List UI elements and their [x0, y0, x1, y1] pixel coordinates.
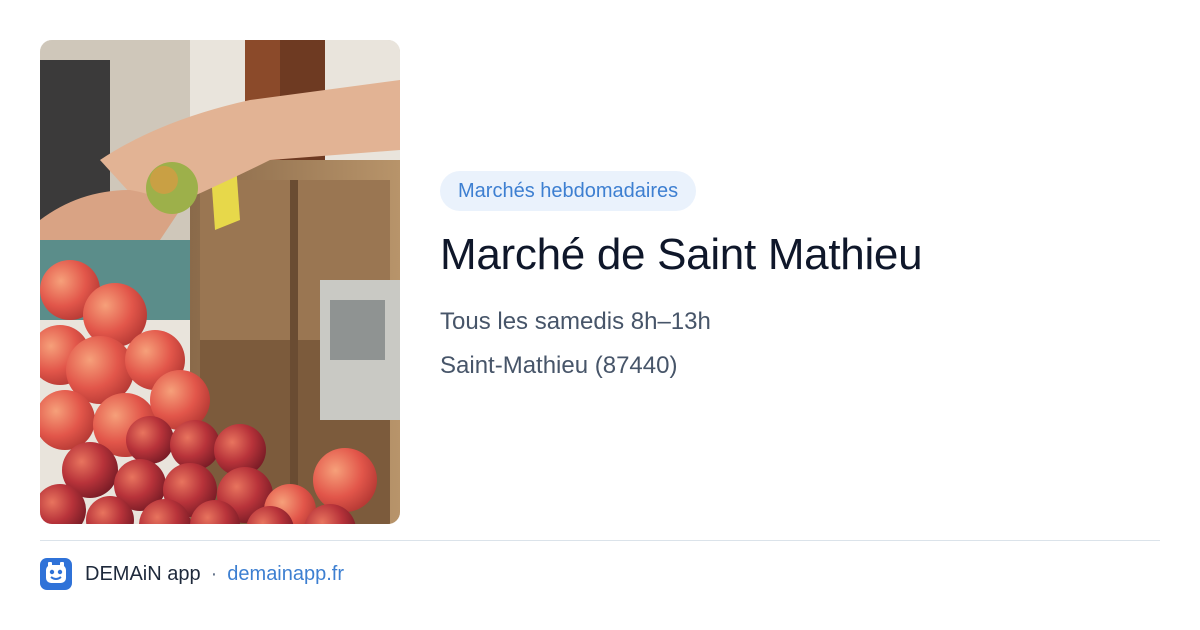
footer-separator: ·	[210, 562, 218, 585]
market-title: Marché de Saint Mathieu	[440, 230, 923, 279]
market-stall-illustration	[40, 40, 400, 524]
footer: DEMAiN app · demainapp.fr	[40, 557, 344, 591]
market-photo	[40, 40, 400, 524]
market-schedule: Tous les samedis 8h–13h	[440, 308, 711, 335]
brand-name: DEMAiN app	[85, 562, 201, 585]
footer-divider	[40, 540, 1160, 541]
website-link[interactable]: demainapp.fr	[227, 563, 344, 586]
category-badge: Marchés hebdomadaires	[440, 171, 697, 211]
market-info: Marchés hebdomadaires Marché de Saint Ma…	[440, 171, 1140, 381]
market-location: Saint-Mathieu (87440)	[440, 352, 678, 379]
app-logo-icon	[40, 558, 72, 590]
